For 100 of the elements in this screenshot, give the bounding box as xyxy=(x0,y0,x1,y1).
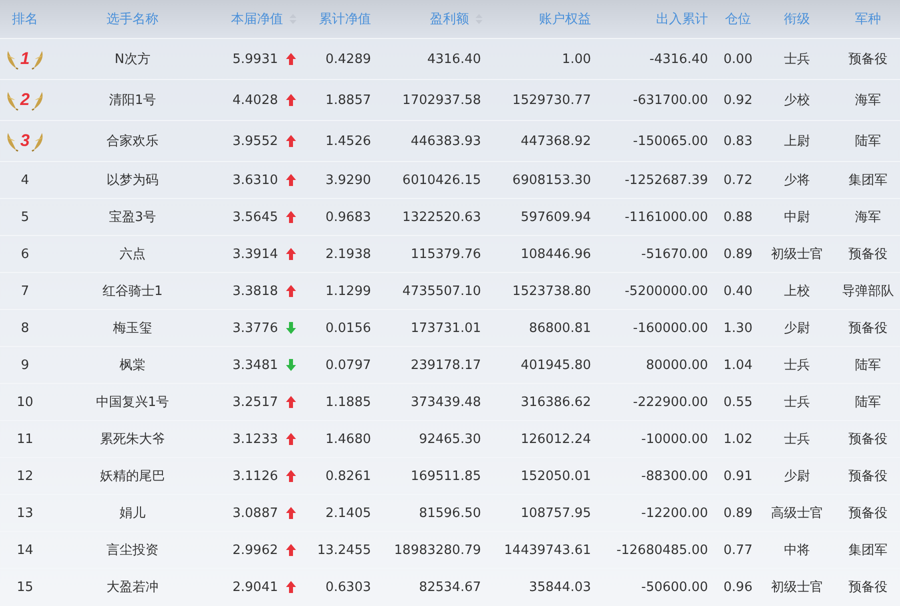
table-cell-text: 上尉 xyxy=(784,133,810,150)
table-cell: -631700.00 xyxy=(633,92,708,108)
table-cell: 1.02 xyxy=(724,432,752,446)
table-cell: 3.1126 xyxy=(232,468,278,484)
column-header[interactable]: 账户权益 xyxy=(539,10,591,28)
rank-number: 3 xyxy=(20,131,30,151)
rank-number: 10 xyxy=(16,394,34,410)
rank-number: 14 xyxy=(16,542,34,558)
table-cell-text: 少校 xyxy=(784,92,810,109)
table-cell-text: 预备役 xyxy=(848,246,888,263)
table-cell: 316386.62 xyxy=(520,394,591,410)
table-cell: 3.3776 xyxy=(232,320,278,336)
player-name: 以梦为码 xyxy=(106,172,158,189)
table-cell: 2.9041 xyxy=(232,580,278,594)
table-cell: 169511.85 xyxy=(410,468,481,484)
table-cell: 0.4289 xyxy=(326,52,371,66)
column-header[interactable]: 出入累计 xyxy=(656,10,708,28)
table-cell: -4316.40 xyxy=(650,52,708,66)
table-cell: 0.0156 xyxy=(326,320,371,336)
table-cell: 115379.76 xyxy=(410,246,481,262)
table-cell: 239178.17 xyxy=(410,358,481,372)
column-header[interactable]: 累计净值 xyxy=(319,10,371,28)
table-cell: -1161000.00 xyxy=(624,210,708,224)
rank-number: 6 xyxy=(20,246,30,262)
table-cell: -5200000.00 xyxy=(624,284,708,298)
table-cell: 152050.01 xyxy=(520,468,591,484)
table-cell: 4735507.10 xyxy=(402,284,481,298)
column-header[interactable]: 仓位 xyxy=(725,10,751,28)
table-cell: 6908153.30 xyxy=(512,172,591,188)
table-cell-text: 士兵 xyxy=(784,51,810,68)
table-cell-text: 预备役 xyxy=(848,51,888,68)
table-cell: 0.40 xyxy=(724,284,752,298)
table-cell-text: 高级士官 xyxy=(771,505,823,522)
table-cell: 1.1299 xyxy=(326,284,371,298)
column-header[interactable]: 军种 xyxy=(855,10,881,28)
table-cell: -12200.00 xyxy=(641,506,708,520)
table-cell-text: 初级士官 xyxy=(771,579,823,596)
table-cell-text: 陆军 xyxy=(855,394,881,411)
table-cell: 0.6303 xyxy=(326,580,371,594)
table-cell: 1322520.63 xyxy=(402,210,481,224)
table-cell-text: 预备役 xyxy=(848,505,888,522)
rank-number: 2 xyxy=(20,90,30,110)
table-cell: 108446.96 xyxy=(520,246,591,262)
rank-number: 11 xyxy=(16,432,34,446)
player-name: 清阳1号 xyxy=(108,92,156,109)
table-cell-text: 陆军 xyxy=(855,133,881,150)
table-cell-text: 海军 xyxy=(855,92,881,109)
table-cell-text: 陆军 xyxy=(855,357,881,374)
table-cell-text: 预备役 xyxy=(848,320,888,337)
table-cell-text: 预备役 xyxy=(848,468,888,485)
table-cell: 0.55 xyxy=(724,394,752,410)
table-cell: 0.0797 xyxy=(326,358,371,372)
table-cell: 3.9552 xyxy=(232,134,278,148)
table-cell: 3.5645 xyxy=(232,210,278,224)
table-cell: 1.4526 xyxy=(326,134,371,148)
table-cell: 0.89 xyxy=(724,246,752,262)
table-cell: 1523738.80 xyxy=(512,284,591,298)
table-cell: 2.1938 xyxy=(326,246,371,262)
table-cell: 3.3818 xyxy=(232,284,278,298)
rank-number: 7 xyxy=(20,284,30,298)
table-cell: 0.96 xyxy=(724,580,752,594)
table-cell: 0.92 xyxy=(724,92,752,108)
table-cell-text: 预备役 xyxy=(848,431,888,448)
table-cell-text: 海军 xyxy=(855,209,881,226)
table-cell: 92465.30 xyxy=(418,432,481,446)
table-cell: -10000.00 xyxy=(641,432,708,446)
table-cell: 2.1405 xyxy=(326,506,371,520)
table-cell: 13.2455 xyxy=(317,542,371,558)
player-name: 合家欢乐 xyxy=(106,133,158,150)
table-cell: 3.1233 xyxy=(232,432,278,446)
table-cell: 1529730.77 xyxy=(512,92,591,108)
table-cell: 373439.48 xyxy=(410,394,481,410)
table-cell-text: 少将 xyxy=(784,172,810,189)
table-cell: 0.91 xyxy=(724,468,752,484)
player-name: 红谷骑士1 xyxy=(102,283,163,300)
rank-number: 12 xyxy=(16,468,34,484)
table-cell-text: 预备役 xyxy=(848,579,888,596)
table-cell: 82534.67 xyxy=(418,580,481,594)
laurel-icon xyxy=(30,90,45,110)
table-cell: 1.00 xyxy=(562,52,591,66)
table-cell: -51670.00 xyxy=(641,246,708,262)
rank-number: 15 xyxy=(16,580,34,594)
player-name: 枫棠 xyxy=(120,357,146,374)
column-header[interactable]: 衔级 xyxy=(784,10,810,28)
laurel-icon xyxy=(30,48,45,70)
table-cell: 86800.81 xyxy=(528,320,591,336)
laurel-icon xyxy=(5,130,20,152)
table-cell-text: 导弹部队 xyxy=(842,283,894,300)
column-header[interactable]: 本届净值 xyxy=(231,10,283,28)
table-cell: -150065.00 xyxy=(633,134,708,148)
table-cell-text: 初级士官 xyxy=(771,246,823,263)
table-cell: -88300.00 xyxy=(641,468,708,484)
column-header[interactable]: 排名 xyxy=(12,10,38,28)
table-cell-text: 集团军 xyxy=(848,172,888,189)
column-header[interactable]: 盈利额 xyxy=(430,10,469,28)
column-header[interactable]: 选手名称 xyxy=(106,10,158,28)
player-name: 言尘投资 xyxy=(106,542,158,559)
table-cell: 1.04 xyxy=(724,358,752,372)
table-cell: 3.9290 xyxy=(326,172,371,188)
table-cell: 1702937.58 xyxy=(402,92,481,108)
